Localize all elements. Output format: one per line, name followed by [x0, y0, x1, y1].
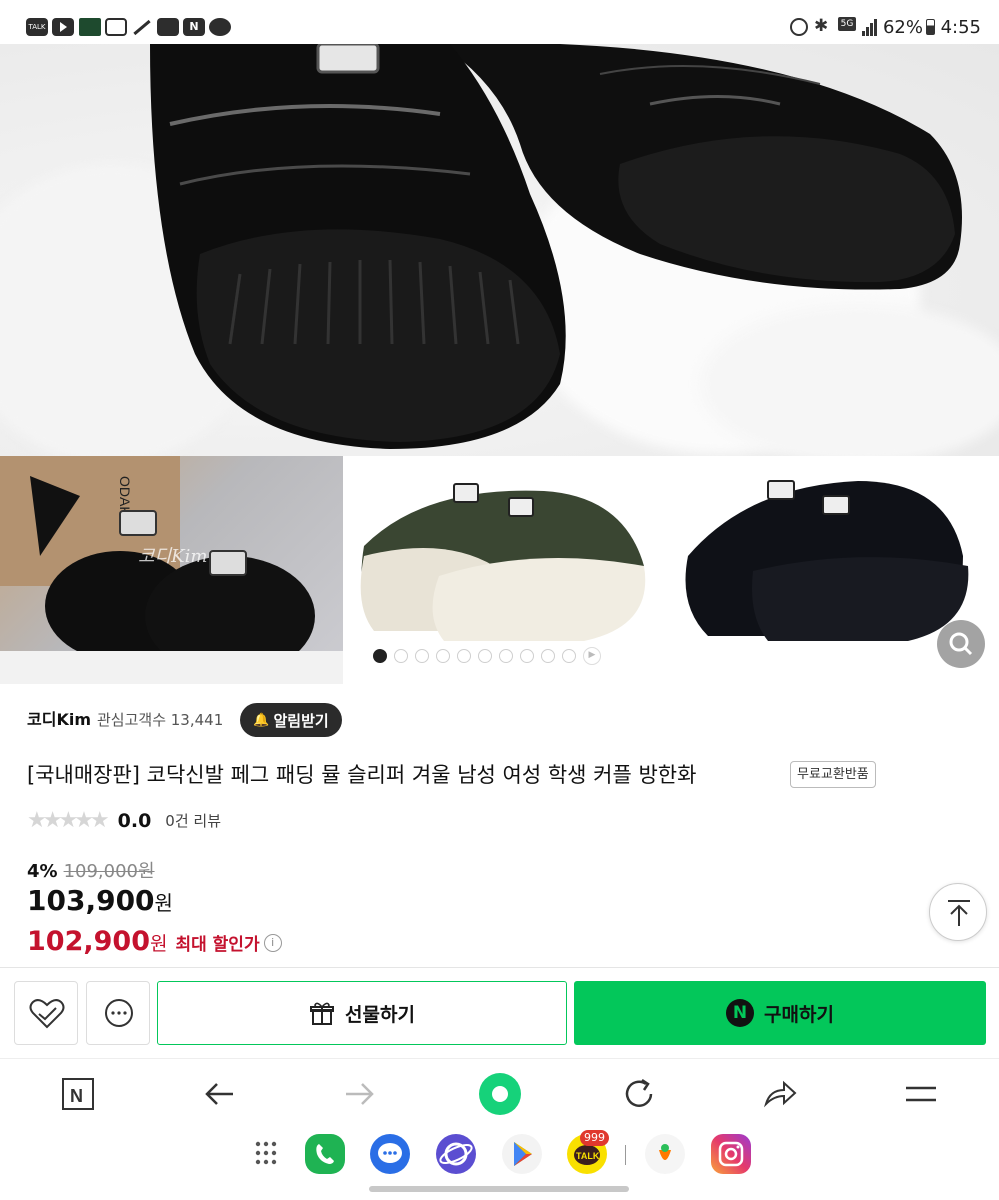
naver-icon: N [183, 18, 205, 36]
chat-icon [105, 999, 133, 1027]
svg-text:N: N [70, 1086, 83, 1106]
play-icon[interactable]: ▶ [583, 647, 601, 665]
voicemail-icon [105, 18, 127, 36]
price-unit: 원 [154, 891, 173, 915]
rating-score: 0.0 [117, 809, 152, 832]
alarm-label: 알림받기 [273, 711, 329, 730]
thumbnail-1[interactable]: ODAK 코디Kim [0, 456, 343, 684]
slipper-photo [150, 44, 962, 449]
notification-badge: 999 [580, 1130, 609, 1146]
price-value: 103,900 [27, 884, 155, 917]
carrot-icon[interactable] [645, 1134, 685, 1174]
seller-name[interactable]: 코디Kim [27, 710, 91, 729]
review-count[interactable]: 0건 리뷰 [165, 810, 221, 831]
kakaotalk-icon: TALK [26, 18, 48, 36]
scroll-top-button[interactable] [929, 883, 987, 941]
bell-icon: 🔔 [253, 712, 270, 728]
image-search-button[interactable] [937, 620, 985, 668]
alarm-button[interactable]: 🔔 알림받기 [240, 703, 342, 737]
gift-label: 선물하기 [345, 1003, 415, 1026]
refresh-icon[interactable] [620, 1074, 660, 1114]
carousel-dot[interactable] [436, 649, 450, 663]
home-indicator[interactable] [369, 1186, 629, 1192]
messages-icon[interactable] [370, 1134, 410, 1174]
gift-icon [310, 1002, 335, 1025]
naver-home-icon[interactable]: N [59, 1074, 99, 1114]
signal-icon [862, 18, 878, 36]
search-icon [949, 632, 973, 656]
carousel-dot[interactable] [541, 649, 555, 663]
seller-fans: 관심고객수 13,441 [97, 711, 224, 729]
internet-icon[interactable] [436, 1134, 476, 1174]
chat-button[interactable] [86, 981, 150, 1045]
price: 103,900원 [27, 884, 173, 917]
gallery-icon [157, 18, 179, 36]
free-return-badge: 무료교환반품 [790, 761, 876, 788]
gift-button[interactable]: 선물하기 [157, 981, 567, 1045]
signal-app-icon [132, 18, 154, 36]
carousel-dots: ▶ [373, 647, 601, 665]
carousel-dot[interactable] [562, 649, 576, 663]
dock-separator [625, 1145, 626, 1165]
youtube-icon [52, 18, 74, 36]
forward-icon[interactable] [340, 1074, 380, 1114]
seller-info: 코디Kim 관심고객수 13,441 [27, 706, 223, 730]
max-price-value: 102,900 [27, 926, 150, 957]
green-dot-icon[interactable] [478, 1072, 522, 1116]
heart-icon [29, 999, 65, 1029]
back-icon[interactable] [199, 1074, 239, 1114]
discount-percent: 4% [27, 861, 58, 882]
talk-bubble-icon [209, 18, 231, 36]
arrow-up-icon [948, 900, 970, 926]
carousel-dot[interactable] [394, 649, 408, 663]
5g-icon: 5G [838, 17, 856, 31]
divider [0, 967, 999, 968]
menu-icon[interactable] [900, 1074, 940, 1114]
discount: 4% 109,000원 [27, 857, 155, 883]
bluetooth-icon: ✱ [814, 16, 829, 36]
star-icons: ★★★★★ [27, 808, 110, 833]
carousel-dot[interactable] [499, 649, 513, 663]
buy-label: 구매하기 [764, 1003, 834, 1026]
clock: 4:55 [940, 17, 981, 38]
buy-button[interactable]: N 구매하기 [574, 981, 986, 1045]
phone-icon[interactable] [305, 1134, 345, 1174]
thumb-photo-1: ODAK [0, 456, 343, 684]
carousel-dot[interactable] [373, 649, 387, 663]
status-bar: TALK N ✱ 5G 62% 4:55 [0, 0, 999, 44]
max-price-unit: 원 [149, 933, 168, 955]
battery-percent: 62% [882, 17, 923, 38]
carousel-dot[interactable] [457, 649, 471, 663]
alarm-icon [790, 18, 808, 36]
carousel-dot[interactable] [478, 649, 492, 663]
app-icon [79, 18, 101, 36]
play-store-icon[interactable] [502, 1134, 542, 1174]
max-price-label: 최대 할인가 [175, 935, 260, 955]
svg-text:TALK: TALK [576, 1151, 600, 1161]
original-price: 109,000원 [63, 861, 155, 882]
rating[interactable]: ★★★★★ 0.0 0건 리뷰 [27, 808, 221, 833]
carousel-dot[interactable] [520, 649, 534, 663]
wishlist-button[interactable] [14, 981, 78, 1045]
watermark: 코디Kim [138, 546, 208, 567]
apps-grid-icon[interactable] [250, 1134, 290, 1174]
share-icon[interactable] [760, 1074, 800, 1114]
naver-pay-icon: N [726, 999, 755, 1027]
info-icon[interactable]: i [263, 933, 282, 952]
battery-icon [926, 19, 935, 35]
product-title: [국내매장판] 코닥신발 페그 패딩 뮬 슬리퍼 겨울 남성 여성 학생 커플 … [27, 763, 697, 787]
product-main-image[interactable] [0, 44, 999, 456]
max-discount-price: 102,900원 최대 할인가 i [27, 926, 282, 957]
carousel-dot[interactable] [415, 649, 429, 663]
instagram-icon[interactable] [711, 1134, 751, 1174]
